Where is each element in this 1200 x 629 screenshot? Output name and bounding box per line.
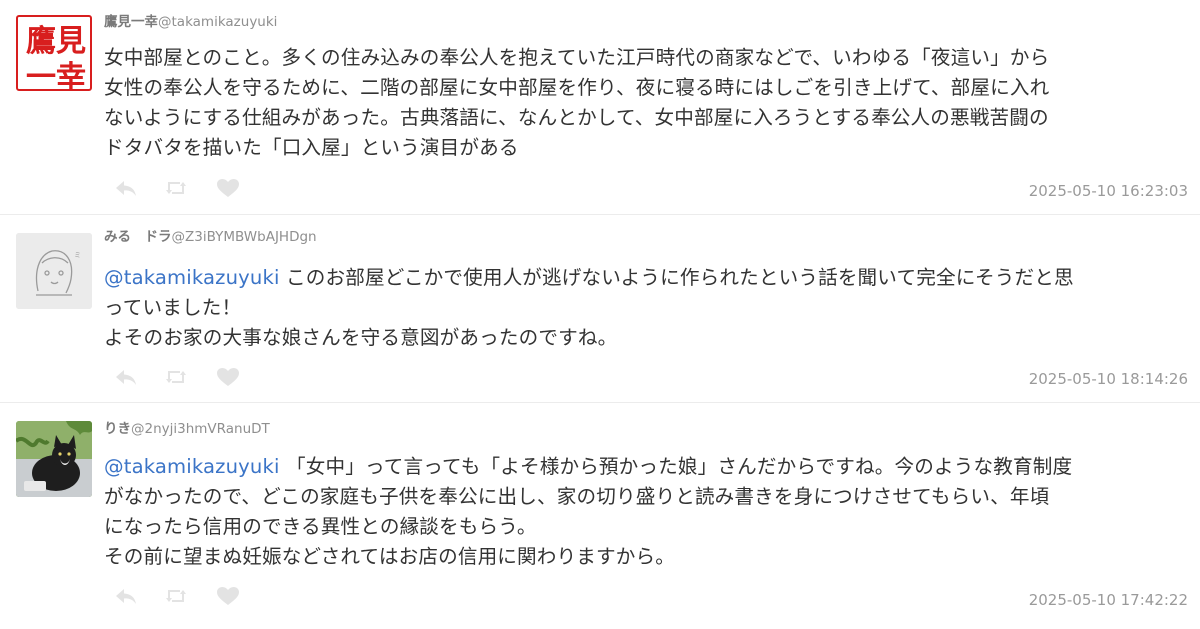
text-line: になったら信用のできる異性との縁談をもらう。	[104, 515, 537, 538]
avatar-logo: 鷹見 一幸	[26, 24, 86, 91]
text-line: 女中部屋とのこと。多くの住み込みの奉公人を抱えていた江戸時代の商家などで、いわゆ…	[104, 46, 1050, 69]
text-line: @takamikazuyuki 「女中」って言っても「よそ様から預かった娘」さん…	[104, 452, 1186, 482]
svg-text:ミ: ミ	[74, 251, 81, 259]
username[interactable]: @takamikazuyuki	[158, 14, 277, 30]
svg-text:一幸: 一幸	[26, 60, 86, 91]
post-text: @takamikazuyuki このお部屋どこかで使用人が逃げないように作られた…	[104, 263, 1186, 353]
text-line: その前に望まぬ妊娠などされてはお店の信用に関わりますから。	[104, 545, 675, 568]
display-name[interactable]: りき	[104, 421, 131, 437]
text-line: よそのお家の大事な娘さんを守る意図があったのですね。	[104, 326, 618, 349]
text-line: っていました！	[104, 296, 242, 319]
timestamp[interactable]: 2025-05-10 18:14:26	[1029, 370, 1188, 388]
heart-icon[interactable]	[216, 178, 240, 198]
timestamp[interactable]: 2025-05-10 16:23:03	[1029, 182, 1188, 200]
text-line: @takamikazuyuki このお部屋どこかで使用人が逃げないように作られた…	[104, 263, 1186, 293]
mention-link[interactable]: @takamikazuyuki	[104, 266, 280, 289]
post-1: 鷹見 一幸 鷹見一幸@takamikazuyuki 女中部屋とのこと。多くの住み…	[0, 0, 1200, 214]
avatar[interactable]: 鷹見 一幸	[16, 15, 92, 91]
post-header: 鷹見一幸@takamikazuyuki	[104, 14, 277, 30]
heart-icon[interactable]	[216, 367, 240, 387]
svg-text:鷹見: 鷹見	[26, 24, 86, 59]
retweet-icon[interactable]	[164, 586, 188, 606]
username[interactable]: @2nyji3hmVRanuDT	[131, 421, 270, 437]
text-line: がなかったので、どこの家庭も子供を奉公に出し、家の切り盛りと読み書きを身につけさ…	[104, 485, 1050, 508]
post-3: りき@2nyji3hmVRanuDT @takamikazuyuki 「女中」っ…	[0, 402, 1200, 628]
username[interactable]: @Z3iBYMBWbAJHDgn	[172, 229, 317, 245]
text-line: ドタバタを描いた「口入屋」という演目がある	[104, 136, 519, 159]
timestamp[interactable]: 2025-05-10 17:42:22	[1029, 591, 1188, 609]
text-segment: このお部屋どこかで使用人が逃げないように作られたという話を聞いて完全にそうだと思	[279, 266, 1074, 289]
avatar[interactable]: ミ	[16, 233, 92, 309]
reply-arrow-icon[interactable]	[114, 178, 138, 198]
post-2: ミ みる ドラ@Z3iBYMBWbAJHDgn @takamikazuyuki …	[0, 214, 1200, 402]
mention-link[interactable]: @takamikazuyuki	[104, 455, 280, 478]
avatar-cat-photo	[16, 421, 92, 497]
reply-feed: 鷹見 一幸 鷹見一幸@takamikazuyuki 女中部屋とのこと。多くの住み…	[0, 0, 1200, 628]
display-name[interactable]: 鷹見一幸	[104, 14, 158, 30]
text-line: ないようにする仕組みがあった。古典落語に、なんとかして、女中部屋に入ろうとする奉…	[104, 106, 1049, 129]
retweet-icon[interactable]	[164, 178, 188, 198]
reply-arrow-icon[interactable]	[114, 367, 138, 387]
post-text: @takamikazuyuki 「女中」って言っても「よそ様から預かった娘」さん…	[104, 452, 1186, 572]
post-header: みる ドラ@Z3iBYMBWbAJHDgn	[104, 229, 317, 245]
avatar-illustration: ミ	[16, 233, 92, 309]
display-name[interactable]: みる ドラ	[104, 229, 172, 245]
text-line: 女性の奉公人を守るために、二階の部屋に女中部屋を作り、夜に寝る時にはしごを引き上…	[104, 76, 1050, 99]
post-text: 女中部屋とのこと。多くの住み込みの奉公人を抱えていた江戸時代の商家などで、いわゆ…	[104, 43, 1186, 163]
reply-arrow-icon[interactable]	[114, 586, 138, 606]
post-header: りき@2nyji3hmVRanuDT	[104, 421, 270, 437]
retweet-icon[interactable]	[164, 367, 188, 387]
avatar[interactable]	[16, 421, 92, 497]
heart-icon[interactable]	[216, 586, 240, 606]
text-segment: 「女中」って言っても「よそ様から預かった娘」さんだからですね。今のような教育制度	[279, 455, 1073, 478]
